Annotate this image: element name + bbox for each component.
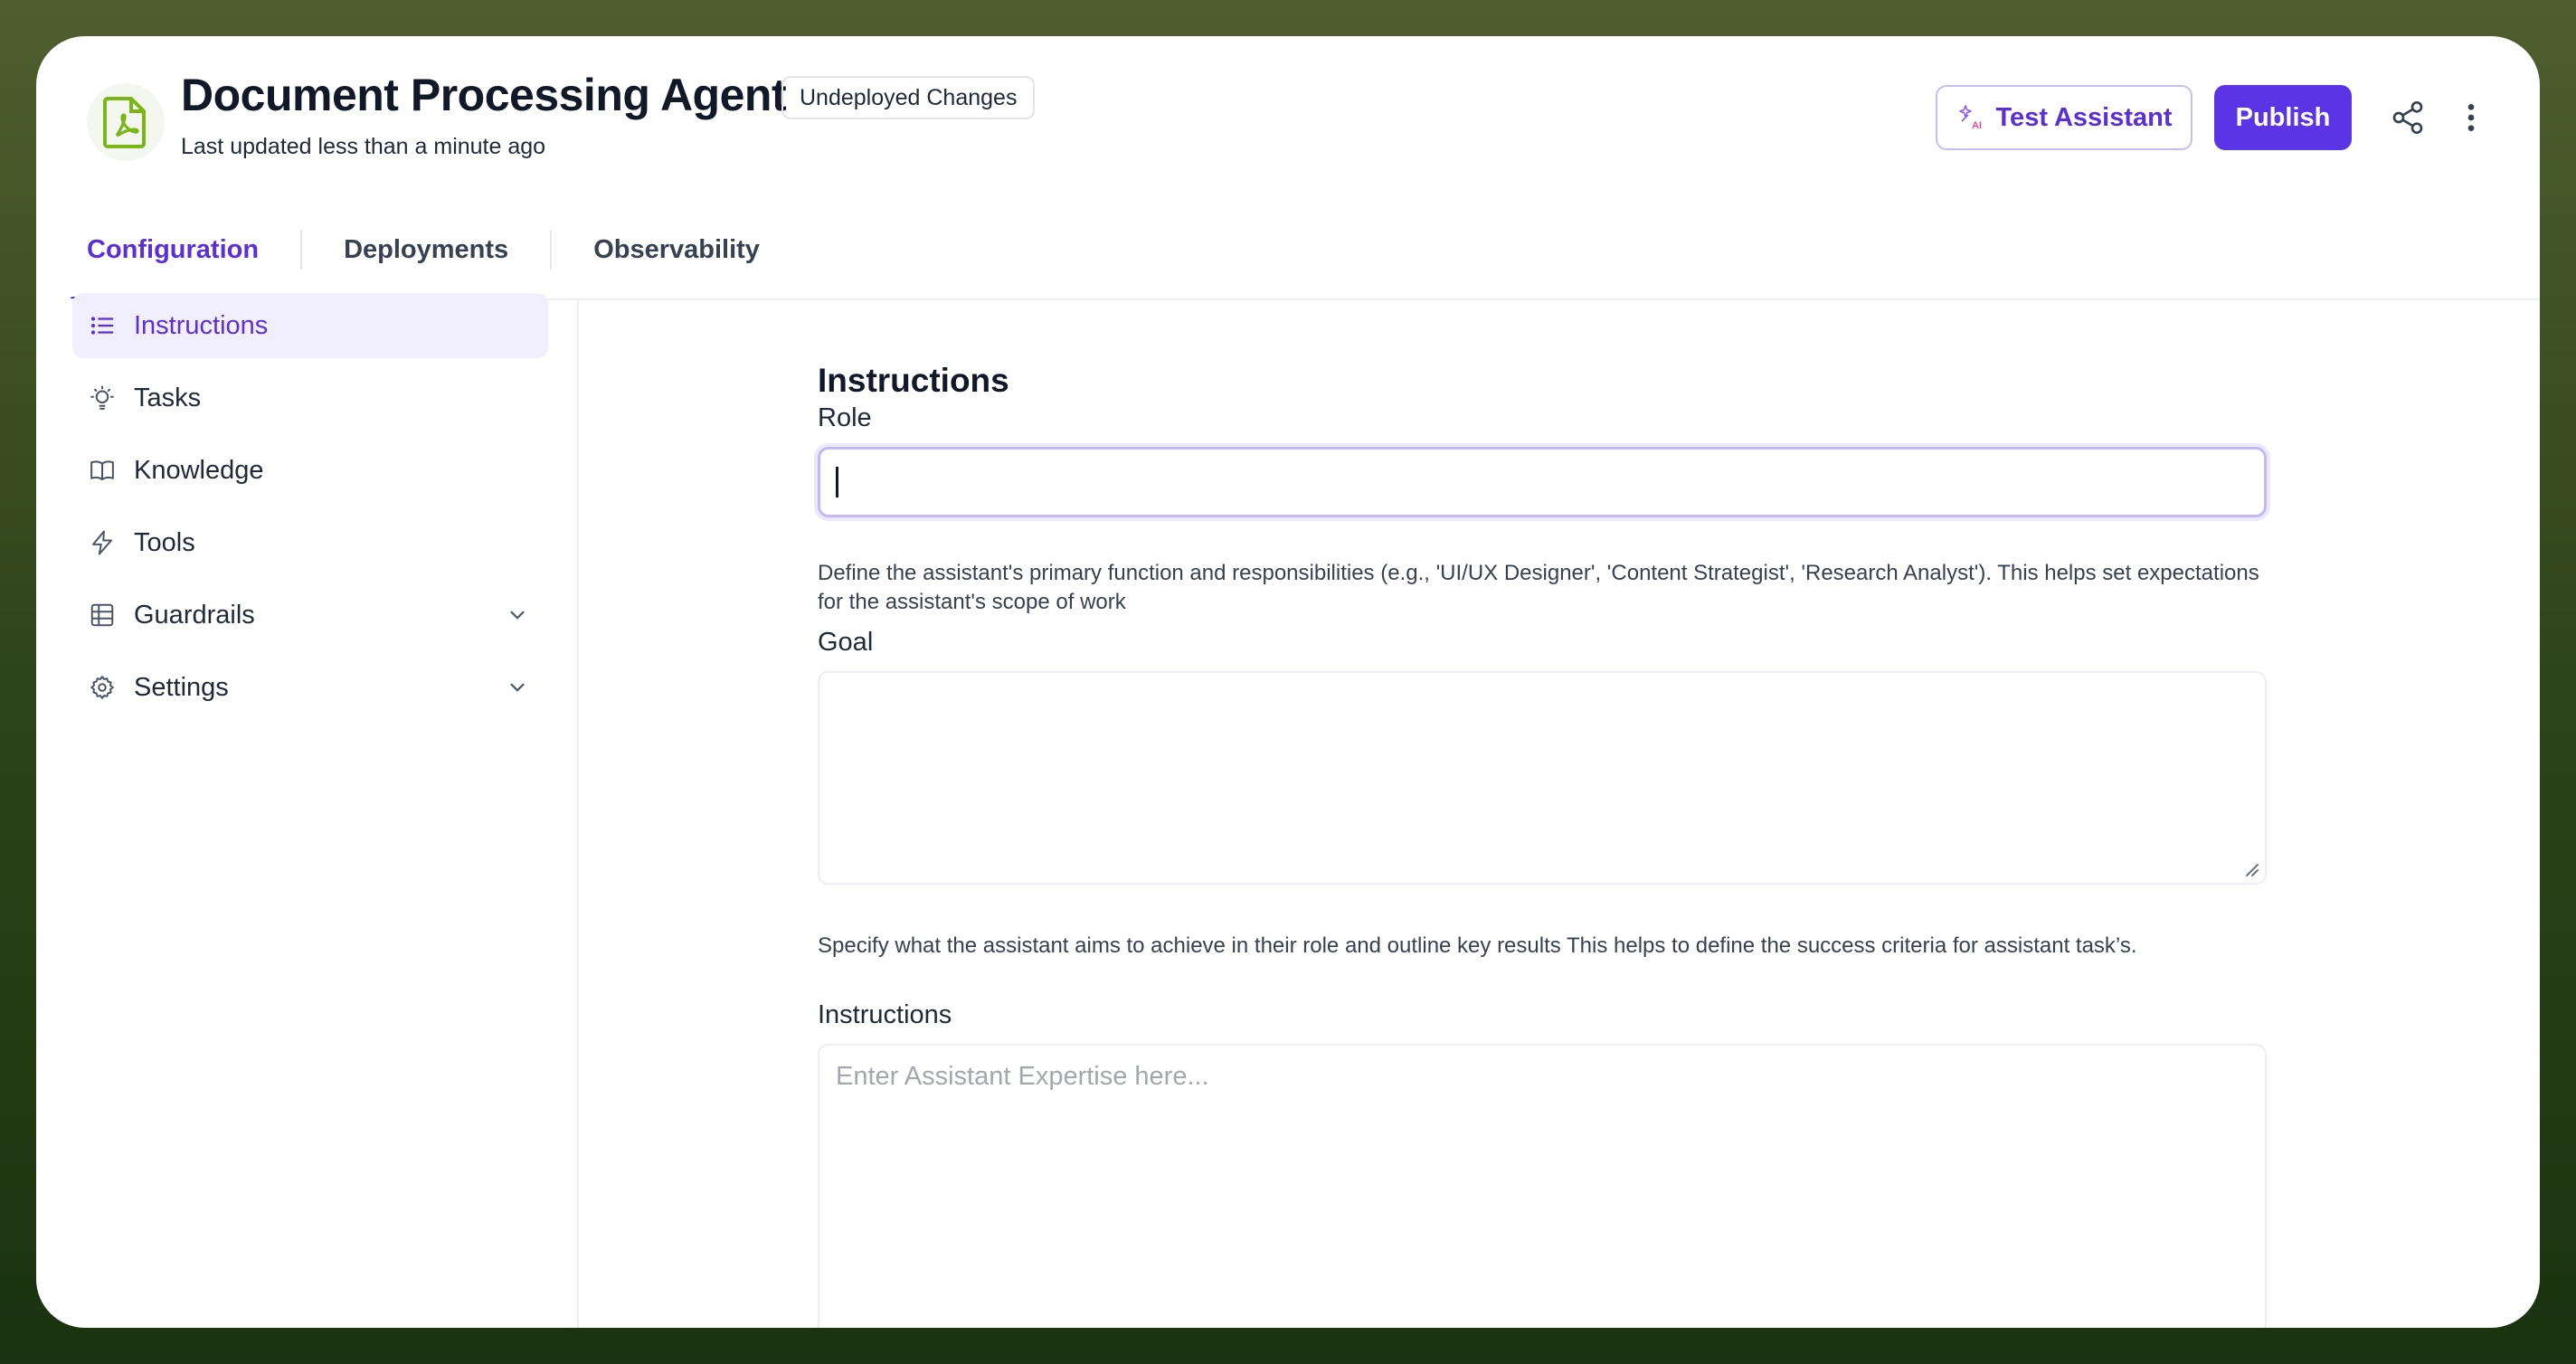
sidebar-item-label: Knowledge [134, 455, 264, 485]
instructions-textarea[interactable] [818, 1044, 2267, 1328]
goal-help-text: Specify what the assistant aims to achie… [818, 933, 2137, 958]
test-assistant-label: Test Assistant [1995, 102, 2173, 132]
sidebar-item-tools[interactable]: Tools [72, 510, 548, 575]
publish-button[interactable]: Publish [2214, 85, 2352, 150]
sidebar-item-knowledge[interactable]: Knowledge [72, 438, 548, 503]
book-icon [87, 455, 118, 486]
gear-icon [87, 672, 118, 703]
app-window: Document Processing Agent Undeployed Cha… [36, 36, 2540, 1328]
lightning-icon [87, 527, 118, 558]
test-assistant-button[interactable]: AI Test Assistant [1936, 85, 2192, 150]
role-label: Role [818, 403, 872, 432]
role-input[interactable] [818, 447, 2267, 517]
sidebar-item-label: Tasks [134, 383, 202, 412]
lightbulb-icon [87, 383, 118, 413]
svg-text:AI: AI [1972, 120, 1982, 131]
last-updated-text: Last updated less than a minute ago [181, 134, 546, 159]
sidebar-item-instructions[interactable]: Instructions [72, 293, 548, 358]
share-icon[interactable] [2388, 98, 2428, 137]
instructions-label: Instructions [818, 1000, 952, 1029]
tab-deployments[interactable]: Deployments [327, 199, 525, 300]
tab-bar: Configuration Deployments Observability [71, 199, 776, 300]
status-badge: Undeployed Changes [781, 76, 1036, 119]
tab-divider [300, 230, 303, 270]
text-cursor [836, 467, 838, 497]
tab-observability[interactable]: Observability [577, 199, 776, 300]
sidebar-item-label: Instructions [134, 310, 269, 340]
sidebar-item-tasks[interactable]: Tasks [72, 365, 548, 431]
goal-textarea[interactable] [818, 671, 2267, 885]
sidebar-item-label: Settings [134, 672, 229, 702]
tab-configuration[interactable]: Configuration [71, 199, 276, 300]
role-help-text: Define the assistant's primary function … [818, 561, 2259, 614]
pdf-document-icon [87, 83, 165, 161]
sidebar-item-settings[interactable]: Settings [72, 655, 548, 720]
sidebar-item-guardrails[interactable]: Guardrails [72, 583, 548, 648]
table-icon [87, 600, 118, 630]
page-title: Document Processing Agent [181, 70, 787, 120]
section-title: Instructions [818, 362, 1009, 399]
chevron-down-icon[interactable] [501, 599, 534, 631]
sidebar-item-label: Tools [134, 527, 195, 557]
goal-label: Goal [818, 628, 874, 657]
sparkle-ai-icon: AI [1956, 103, 1985, 132]
sidebar-item-label: Guardrails [134, 600, 255, 630]
tab-divider [550, 230, 553, 270]
list-icon [87, 310, 118, 341]
resize-handle-icon[interactable] [2241, 859, 2259, 877]
chevron-down-icon[interactable] [501, 671, 534, 704]
sidebar-divider [577, 300, 579, 1328]
more-vertical-icon[interactable] [2451, 98, 2491, 137]
